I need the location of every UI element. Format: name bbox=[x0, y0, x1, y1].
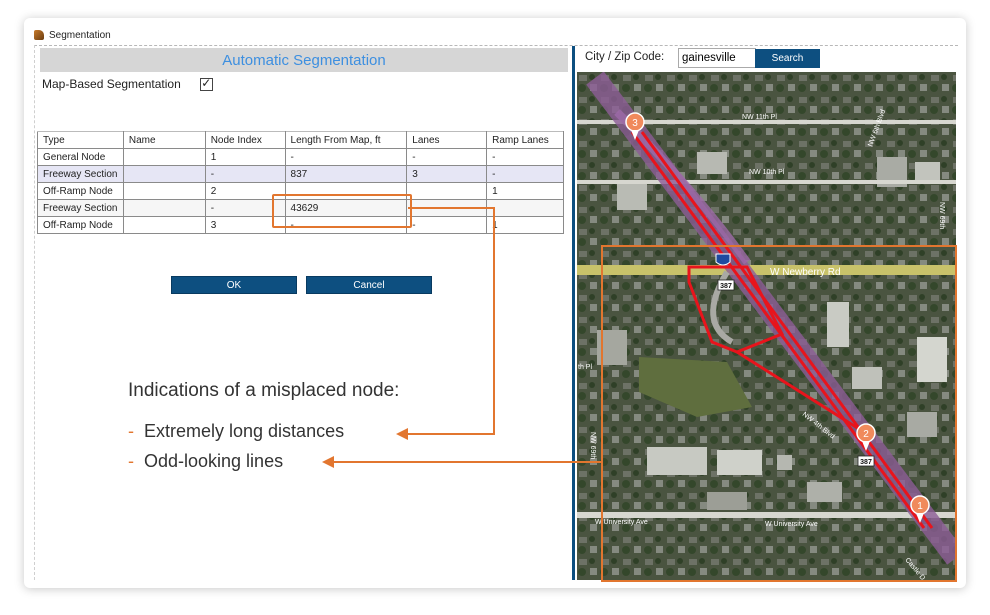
column-header[interactable]: Node Index bbox=[204, 131, 286, 149]
app-icon bbox=[34, 30, 44, 40]
table-cell[interactable] bbox=[406, 199, 488, 217]
table-cell[interactable]: Freeway Section bbox=[37, 165, 124, 183]
route-shield-387-icon: 387 bbox=[717, 279, 735, 291]
table-cell[interactable]: Freeway Section bbox=[37, 199, 124, 217]
left-border bbox=[34, 45, 35, 580]
table-cell[interactable]: - bbox=[406, 148, 488, 166]
svg-text:NW 10th Pl: NW 10th Pl bbox=[749, 169, 785, 176]
svg-text:W Newberry Rd: W Newberry Rd bbox=[770, 267, 841, 278]
table-cell[interactable]: Off-Ramp Node bbox=[37, 216, 124, 234]
map-based-label: Map-Based Segmentation bbox=[42, 77, 181, 91]
table-cell[interactable]: 837 bbox=[284, 165, 408, 183]
svg-text:387: 387 bbox=[720, 283, 732, 290]
nw10-road bbox=[577, 180, 956, 184]
window-title: Segmentation bbox=[49, 29, 111, 41]
column-header[interactable]: Ramp Lanes bbox=[486, 131, 564, 149]
table-cell[interactable]: - bbox=[486, 165, 564, 183]
table-cell[interactable]: 1 bbox=[486, 216, 564, 234]
arrowhead-icon bbox=[396, 428, 408, 440]
table-cell[interactable]: Off-Ramp Node bbox=[37, 182, 124, 200]
table-cell[interactable]: - bbox=[486, 148, 564, 166]
pane-divider[interactable] bbox=[572, 46, 575, 580]
svg-text:th Pl: th Pl bbox=[578, 364, 592, 371]
interstate-shield-icon bbox=[715, 253, 731, 266]
svg-text:W University Ave: W University Ave bbox=[765, 521, 818, 528]
annotation-title: Indications of a misplaced node: bbox=[128, 380, 400, 401]
svg-text:3: 3 bbox=[632, 118, 638, 129]
svg-text:387: 387 bbox=[860, 459, 872, 466]
bullet-dash: - bbox=[128, 451, 134, 471]
table-row[interactable]: Freeway Section - 837 3 - bbox=[37, 165, 564, 183]
cancel-button[interactable]: Cancel bbox=[306, 276, 432, 294]
section-header: Automatic Segmentation bbox=[40, 48, 568, 72]
long-distance-arrow bbox=[406, 207, 495, 435]
table-cell[interactable] bbox=[122, 182, 206, 200]
column-header[interactable]: Lanes bbox=[406, 131, 488, 149]
svg-text:NW 69th: NW 69th bbox=[938, 202, 945, 229]
table-cell[interactable]: 1 bbox=[204, 148, 286, 166]
arrowhead-icon bbox=[322, 456, 334, 468]
table-cell[interactable] bbox=[122, 216, 206, 234]
search-button[interactable]: Search bbox=[755, 49, 820, 68]
table-row[interactable]: General Node 1 - - - bbox=[37, 148, 564, 166]
city-zip-label: City / Zip Code: bbox=[585, 51, 665, 63]
segmentation-window: Segmentation Automatic Segmentation Map-… bbox=[24, 18, 966, 588]
table-cell[interactable]: - bbox=[284, 148, 408, 166]
table-cell[interactable] bbox=[122, 165, 206, 183]
long-distance-highlight bbox=[272, 194, 412, 228]
university-road bbox=[577, 512, 956, 518]
title-bar: Segmentation bbox=[34, 26, 111, 44]
column-header[interactable]: Name bbox=[122, 131, 206, 149]
table-cell[interactable]: 3 bbox=[406, 165, 488, 183]
bullet-dash: - bbox=[128, 421, 134, 441]
column-header[interactable]: Length From Map, ft bbox=[284, 131, 408, 149]
column-header[interactable]: Type bbox=[37, 131, 124, 149]
check-mark-icon: ✓ bbox=[201, 75, 212, 90]
satellite-map[interactable]: NW 11th Pl NW 10th Pl W Newberry Rd NW 4… bbox=[577, 72, 956, 580]
svg-text:W University Ave: W University Ave bbox=[595, 519, 648, 526]
newberry-road bbox=[577, 265, 956, 275]
table-cell[interactable] bbox=[122, 148, 206, 166]
annotation-bullet-long-distances: - Extremely long distances bbox=[128, 421, 344, 442]
table-cell[interactable]: 1 bbox=[486, 182, 564, 200]
route-shield-387-south-icon: 387 bbox=[857, 455, 875, 467]
title-divider bbox=[34, 45, 958, 46]
map-based-checkbox[interactable]: ✓ bbox=[199, 75, 213, 91]
map-background bbox=[577, 72, 956, 580]
bullet-text: Odd-looking lines bbox=[144, 451, 284, 471]
svg-text:NW 11th Pl: NW 11th Pl bbox=[742, 114, 777, 121]
table-cell[interactable] bbox=[406, 182, 488, 200]
bullet-text: Extremely long distances bbox=[144, 421, 345, 441]
ok-button[interactable]: OK bbox=[171, 276, 297, 294]
svg-text:2: 2 bbox=[863, 429, 869, 440]
annotation-bullet-odd-lines: - Odd-looking lines bbox=[128, 451, 283, 472]
city-zip-input[interactable] bbox=[678, 48, 756, 68]
map-based-option[interactable]: Map-Based Segmentation ✓ bbox=[42, 75, 213, 91]
table-header-row: Type Name Node Index Length From Map, ft… bbox=[37, 131, 564, 149]
map-canvas[interactable]: NW 11th Pl NW 10th Pl W Newberry Rd NW 4… bbox=[577, 72, 956, 580]
table-cell[interactable] bbox=[122, 199, 206, 217]
svg-text:1: 1 bbox=[917, 501, 923, 512]
svg-text:NW 69th: NW 69th bbox=[589, 432, 596, 459]
table-cell[interactable]: - bbox=[204, 165, 286, 183]
table-cell[interactable]: - bbox=[486, 199, 564, 217]
table-cell[interactable]: General Node bbox=[37, 148, 124, 166]
table-cell[interactable]: - bbox=[406, 216, 488, 234]
section-title: Automatic Segmentation bbox=[222, 51, 386, 69]
